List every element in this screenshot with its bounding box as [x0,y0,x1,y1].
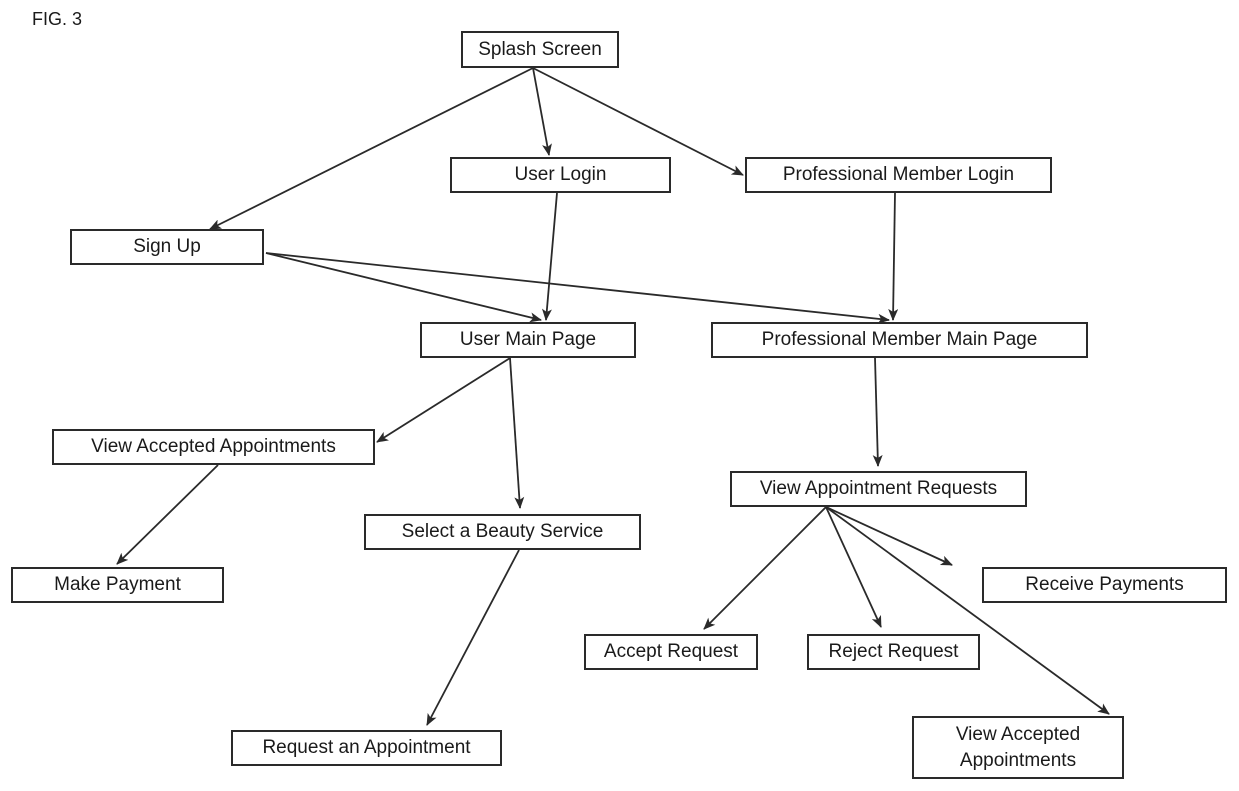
arrow-pro-login-to-pro-main [888,192,899,321]
edges-layer [116,67,1110,726]
arrow-view-requests-to-receive-payments [825,506,953,566]
arrow-view-requests-to-accept-request [703,506,827,630]
node-user-login: User Login [450,157,671,193]
arrow-view-requests-to-view-accepted-pro [825,506,1110,715]
node-select-service: Select a Beauty Service [364,514,641,550]
node-make-payment: Make Payment [11,567,224,603]
arrow-splash-to-sign-up [209,67,534,230]
node-splash: Splash Screen [461,31,619,68]
arrow-view-requests-to-reject-request [825,506,882,628]
node-request-appt: Request an Appointment [231,730,502,766]
arrow-sign-up-to-pro-main [265,252,890,324]
arrow-sign-up-to-user-main [265,252,542,323]
node-pro-login: Professional Member Login [745,157,1052,193]
arrow-user-login-to-user-main [541,192,558,321]
node-view-accepted-user: View Accepted Appointments [52,429,375,465]
node-accept-request: Accept Request [584,634,758,670]
arrow-pro-main-to-view-requests [872,357,883,467]
node-sign-up: Sign Up [70,229,264,265]
arrow-view-accepted-user-to-make-payment [116,464,219,565]
arrow-select-service-to-request-appt [426,549,520,726]
arrow-splash-to-user-login [532,67,552,156]
node-receive-payments: Receive Payments [982,567,1227,603]
node-view-accepted-pro: View Accepted Appointments [912,716,1124,779]
node-user-main: User Main Page [420,322,636,358]
node-view-requests: View Appointment Requests [730,471,1027,507]
arrow-user-main-to-select-service [509,357,525,509]
node-reject-request: Reject Request [807,634,980,670]
node-pro-main: Professional Member Main Page [711,322,1088,358]
arrow-user-main-to-view-accepted-user [376,357,511,443]
